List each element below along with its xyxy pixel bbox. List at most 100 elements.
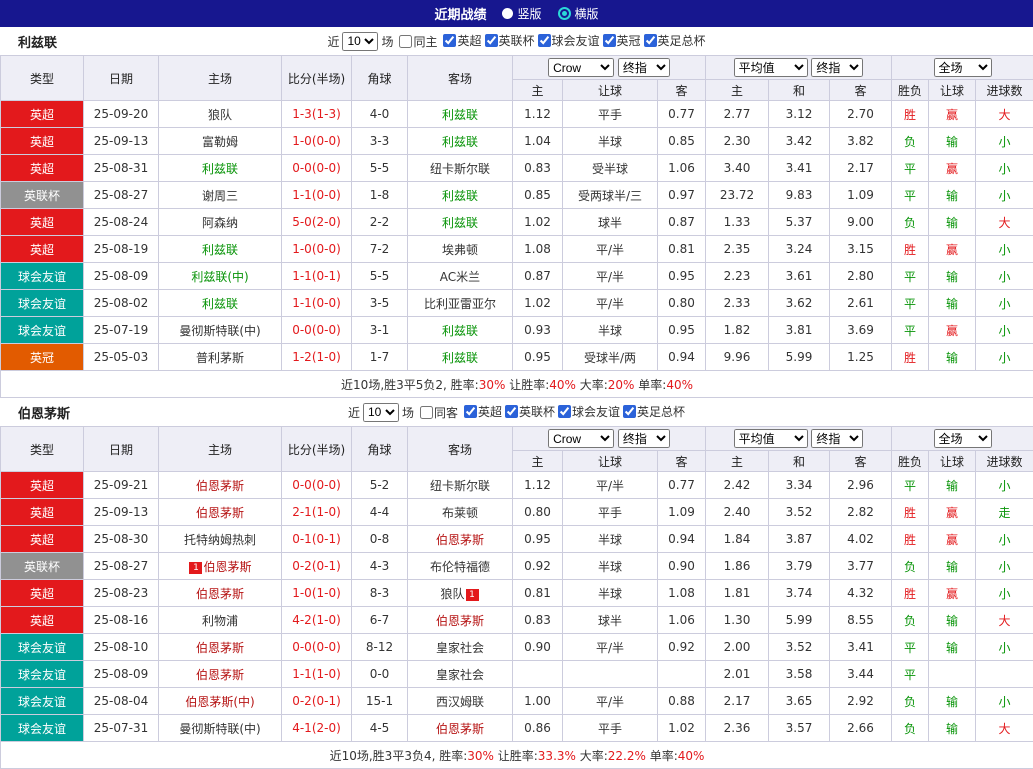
league-checkbox[interactable] (538, 34, 551, 47)
layout-radio-vertical[interactable]: 竖版 (502, 5, 541, 22)
home-team[interactable]: 利兹联 (159, 290, 282, 317)
odds-company-select[interactable]: Crow (548, 429, 614, 448)
league-checkbox[interactable] (558, 405, 571, 418)
home-team[interactable]: 伯恩茅斯 (159, 472, 282, 499)
league-filter[interactable]: 英联杯 (505, 403, 555, 420)
league-filter[interactable]: 英联杯 (485, 32, 535, 49)
league-checkbox[interactable] (623, 405, 636, 418)
avg-away: 3.44 (830, 661, 892, 688)
away-team[interactable]: 西汉姆联 (408, 688, 513, 715)
away-team[interactable]: 利兹联 (408, 128, 513, 155)
recent-count-select[interactable]: 10 (363, 403, 399, 422)
home-team[interactable]: 狼队 (159, 101, 282, 128)
league-filter[interactable]: 英足总杯 (644, 32, 706, 49)
subcol-avg-away: 客 (830, 80, 892, 101)
scope-select[interactable]: 全场 (934, 58, 992, 77)
away-team[interactable]: 纽卡斯尔联 (408, 472, 513, 499)
away-team[interactable]: 伯恩茅斯 (408, 715, 513, 742)
league-badge: 球会友谊 (1, 290, 84, 317)
away-team-name: 利兹联 (442, 324, 478, 338)
home-team[interactable]: 谢周三 (159, 182, 282, 209)
league-filter[interactable]: 球会友谊 (558, 403, 620, 420)
away-team[interactable]: 比利亚雷亚尔 (408, 290, 513, 317)
home-team-name: 狼队 (208, 108, 232, 122)
league-checkbox[interactable] (443, 34, 456, 47)
league-filter[interactable]: 英超 (464, 403, 502, 420)
odds-time-select[interactable]: 终指 (618, 58, 670, 77)
away-team[interactable]: 利兹联 (408, 209, 513, 236)
away-team[interactable]: 埃弗顿 (408, 236, 513, 263)
corner-score: 4-3 (352, 553, 408, 580)
league-badge: 球会友谊 (1, 661, 84, 688)
home-team[interactable]: 伯恩茅斯 (159, 580, 282, 607)
avg-draw: 3.87 (769, 526, 830, 553)
home-team[interactable]: 伯恩茅斯(中) (159, 688, 282, 715)
result-goals: 大 (976, 101, 1033, 128)
summary-part: 让胜率: (505, 378, 549, 392)
home-team[interactable]: 伯恩茅斯 (159, 661, 282, 688)
away-team[interactable]: 利兹联 (408, 182, 513, 209)
home-team[interactable]: 利兹联 (159, 236, 282, 263)
away-team[interactable]: AC米兰 (408, 263, 513, 290)
subcol-odds-away: 客 (658, 80, 706, 101)
league-checkbox[interactable] (603, 34, 616, 47)
league-filter[interactable]: 英超 (443, 32, 481, 49)
avg-time-select[interactable]: 终指 (811, 58, 863, 77)
away-team[interactable]: 狼队1 (408, 580, 513, 607)
layout-radio-horizontal[interactable]: 横版 (558, 5, 599, 22)
home-team[interactable]: 利物浦 (159, 607, 282, 634)
home-team[interactable]: 曼彻斯特联(中) (159, 317, 282, 344)
home-team[interactable]: 阿森纳 (159, 209, 282, 236)
subcol-odds-away: 客 (658, 451, 706, 472)
same-venue-filter[interactable]: 同主 (399, 33, 437, 50)
col-header-score: 比分(半场) (282, 56, 352, 101)
avg-company-select[interactable]: 平均值 (734, 58, 808, 77)
same-venue-checkbox[interactable] (420, 406, 433, 419)
home-team[interactable]: 伯恩茅斯 (159, 499, 282, 526)
away-team[interactable]: 皇家社会 (408, 634, 513, 661)
corner-score: 3-1 (352, 317, 408, 344)
avg-draw: 3.52 (769, 499, 830, 526)
home-team[interactable]: 利兹联 (159, 155, 282, 182)
avg-company-select[interactable]: 平均值 (734, 429, 808, 448)
result-goals: 大 (976, 715, 1033, 742)
league-checkbox[interactable] (644, 34, 657, 47)
home-team[interactable]: 托特纳姆热刺 (159, 526, 282, 553)
away-team[interactable]: 伯恩茅斯 (408, 526, 513, 553)
league-checkbox[interactable] (505, 405, 518, 418)
away-team[interactable]: 利兹联 (408, 317, 513, 344)
odds-handicap: 半球 (563, 553, 658, 580)
away-team[interactable]: 利兹联 (408, 344, 513, 371)
home-team[interactable]: 伯恩茅斯 (159, 634, 282, 661)
home-team[interactable]: 利兹联(中) (159, 263, 282, 290)
league-filter[interactable]: 球会友谊 (538, 32, 600, 49)
scope-select[interactable]: 全场 (934, 429, 992, 448)
summary-part: 40% (549, 378, 576, 392)
home-team[interactable]: 1伯恩茅斯 (159, 553, 282, 580)
result-handicap: 赢 (929, 236, 976, 263)
odds-time-select[interactable]: 终指 (618, 429, 670, 448)
odds-home: 1.04 (513, 128, 563, 155)
same-venue-filter[interactable]: 同客 (420, 404, 458, 421)
league-checkbox[interactable] (464, 405, 477, 418)
away-team[interactable]: 利兹联 (408, 101, 513, 128)
odds-away: 0.92 (658, 634, 706, 661)
away-team[interactable]: 皇家社会 (408, 661, 513, 688)
odds-company-select[interactable]: Crow (548, 58, 614, 77)
home-team[interactable]: 曼彻斯特联(中) (159, 715, 282, 742)
recent-count-select[interactable]: 10 (342, 32, 378, 51)
odds-home (513, 661, 563, 688)
away-team[interactable]: 布莱顿 (408, 499, 513, 526)
league-checkbox[interactable] (485, 34, 498, 47)
league-badge: 英超 (1, 607, 84, 634)
away-team[interactable]: 布伦特福德 (408, 553, 513, 580)
avg-time-select[interactable]: 终指 (811, 429, 863, 448)
away-team[interactable]: 纽卡斯尔联 (408, 155, 513, 182)
home-team[interactable]: 普利茅斯 (159, 344, 282, 371)
league-filter[interactable]: 英足总杯 (623, 403, 685, 420)
away-team[interactable]: 伯恩茅斯 (408, 607, 513, 634)
home-team[interactable]: 富勒姆 (159, 128, 282, 155)
league-filter[interactable]: 英冠 (603, 32, 641, 49)
same-venue-checkbox[interactable] (399, 35, 412, 48)
table-row: 英超25-09-20狼队1-3(1-3)4-0利兹联1.12平手0.772.77… (1, 101, 1033, 128)
